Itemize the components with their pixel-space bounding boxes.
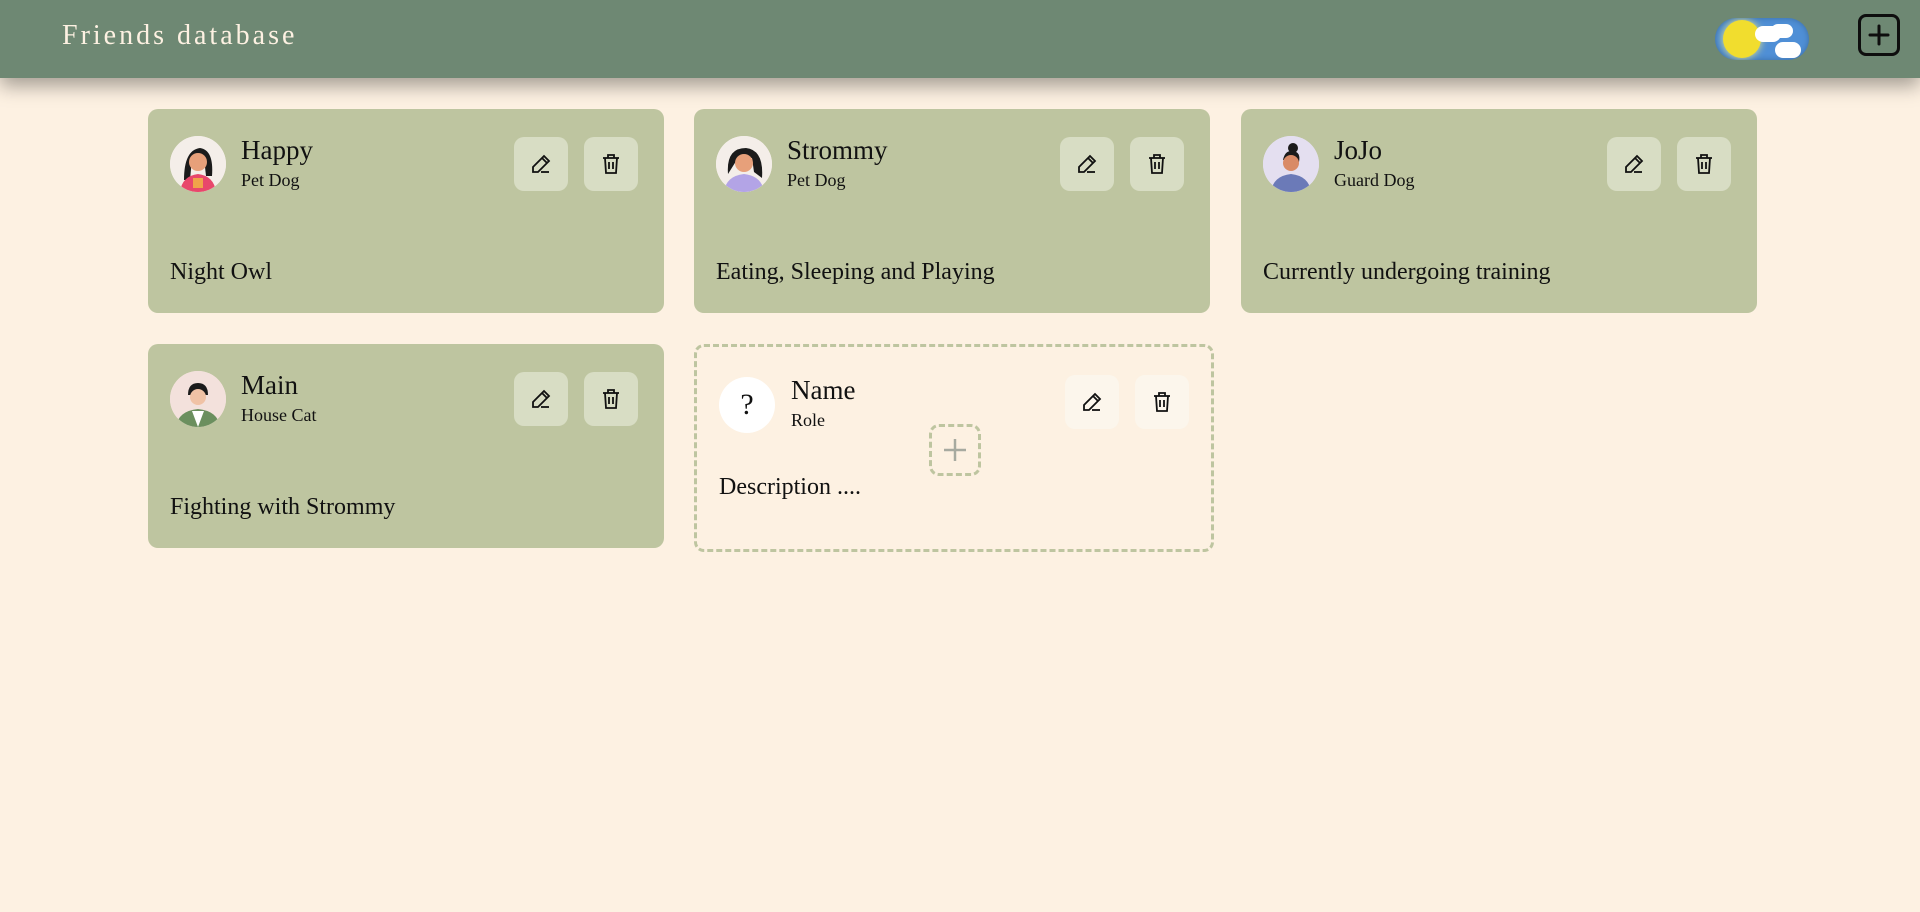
friend-card: Main House Cat Fighting with Strommy (148, 344, 664, 548)
friend-role: Guard Dog (1334, 170, 1415, 190)
trash-icon (1696, 154, 1712, 174)
cloud-icon (1775, 42, 1801, 58)
question-mark-icon: ? (740, 388, 754, 421)
delete-button[interactable] (1135, 375, 1189, 429)
friend-name: Happy (241, 135, 313, 165)
friend-card: Happy Pet Dog Night Owl (148, 109, 664, 313)
plus-icon (1868, 24, 1890, 46)
friend-description: Night Owl (170, 259, 272, 285)
add-friend-button[interactable] (1858, 14, 1900, 56)
new-friend-card[interactable]: ? Name Role Description .... (694, 344, 1214, 552)
trash-icon (1149, 154, 1165, 174)
friend-card: Strommy Pet Dog Eating, Sleeping and Pla… (694, 109, 1210, 313)
plus-icon (944, 439, 966, 461)
delete-button[interactable] (1130, 137, 1184, 191)
edit-button[interactable] (514, 137, 568, 191)
friend-name: Strommy (787, 135, 888, 165)
edit-icon (1078, 154, 1097, 173)
avatar (170, 371, 226, 427)
edit-icon (1625, 154, 1644, 173)
friend-role: House Cat (241, 405, 317, 425)
friend-name: Main (241, 370, 298, 400)
delete-button[interactable] (584, 372, 638, 426)
trash-icon (1154, 392, 1170, 412)
app-title: Friends database (62, 20, 298, 51)
friend-description: Currently undergoing training (1263, 259, 1551, 285)
edit-icon (532, 389, 551, 408)
avatar-placeholder: ? (719, 377, 775, 433)
avatar (170, 136, 226, 192)
description-placeholder: Description .... (719, 474, 861, 500)
friend-description: Fighting with Strommy (170, 494, 396, 520)
name-placeholder: Name (791, 375, 856, 405)
cloud-icon (1771, 24, 1793, 38)
friend-name: JoJo (1334, 135, 1383, 165)
edit-button[interactable] (1060, 137, 1114, 191)
edit-icon (532, 154, 551, 173)
edit-button[interactable] (1065, 375, 1119, 429)
friend-description: Eating, Sleeping and Playing (716, 259, 995, 285)
avatar (716, 136, 772, 192)
trash-icon (603, 389, 619, 409)
edit-button[interactable] (514, 372, 568, 426)
friend-card: JoJo Guard Dog Currently undergoing trai… (1241, 109, 1757, 313)
delete-button[interactable] (1677, 137, 1731, 191)
avatar (1263, 136, 1319, 192)
sun-icon (1723, 20, 1761, 58)
app-header: Friends database (0, 0, 1920, 78)
friend-role: Pet Dog (787, 170, 846, 190)
edit-button[interactable] (1607, 137, 1661, 191)
add-card-button[interactable] (929, 424, 981, 476)
theme-toggle[interactable] (1715, 18, 1809, 60)
friend-role: Pet Dog (241, 170, 300, 190)
delete-button[interactable] (584, 137, 638, 191)
trash-icon (603, 154, 619, 174)
role-placeholder: Role (791, 410, 825, 430)
edit-icon (1083, 392, 1102, 411)
